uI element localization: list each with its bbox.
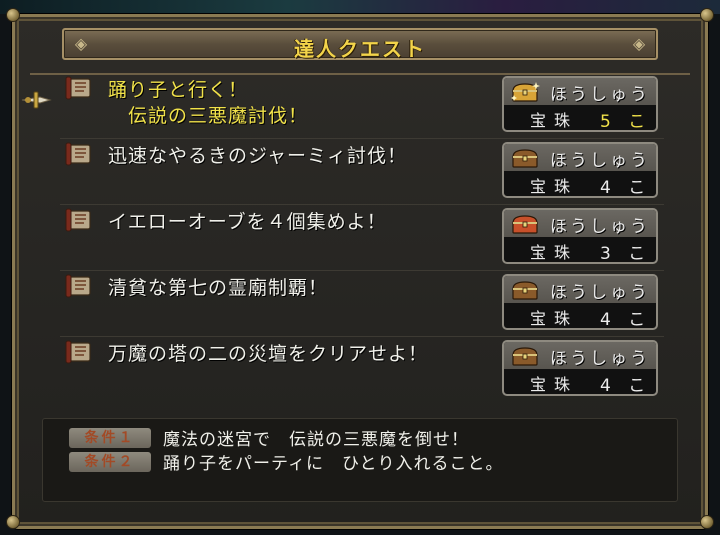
treasure-chest-icon [512, 215, 538, 234]
scroll-icon [65, 340, 91, 364]
reward-count: 5 こ [600, 112, 652, 132]
quest-row[interactable]: イエローオーブを４個集めよ！ ほうしゅう 宝珠 3 こ [60, 205, 664, 271]
title-ornament-icon: ◈ [632, 34, 646, 53]
reward-label: ほうしゅう [550, 85, 650, 105]
reward-box: ほうしゅう 宝珠 4 こ [502, 142, 658, 198]
window-title: 達人クエスト [294, 37, 426, 61]
treasure-chest-icon [512, 149, 538, 168]
reward-box: ほうしゅう 宝珠 4 こ [502, 340, 658, 396]
condition-badge: 条件１ [69, 428, 151, 448]
reward-count: 3 こ [600, 244, 652, 264]
reward-item: 宝珠 [530, 243, 579, 262]
scroll-icon [65, 142, 91, 166]
reward-header: ほうしゅう [504, 276, 656, 303]
quest-name: 万魔の塔の二の災壇をクリアせよ！ [108, 343, 429, 365]
reward-label: ほうしゅう [550, 349, 650, 369]
condition-badge: 条件２ [69, 452, 151, 472]
reward-label: ほうしゅう [550, 217, 650, 237]
quest-row[interactable]: 万魔の塔の二の災壇をクリアせよ！ ほうしゅう 宝珠 4 こ [60, 337, 664, 403]
title-bar: ◈ 達人クエスト ◈ [62, 28, 658, 61]
reward-count: 4 こ [600, 376, 652, 396]
quest-name: イエローオーブを４個集めよ！ [108, 211, 387, 233]
condition-text: 踊り子をパーティに ひとり入れること。 [163, 454, 504, 474]
quest-name: 清貧な第七の霊廟制覇！ [108, 277, 329, 299]
reward-box: ほうしゅう 宝珠 5 こ [502, 76, 658, 132]
frame-corner-ornament [6, 515, 20, 529]
reward-count: 4 こ [600, 178, 652, 198]
treasure-chest-icon [512, 281, 538, 300]
reward-item: 宝珠 [530, 177, 579, 196]
reward-item: 宝珠 [530, 309, 579, 328]
treasure-chest-icon [512, 347, 538, 366]
scroll-icon [65, 274, 91, 298]
reward-box: ほうしゅう 宝珠 4 こ [502, 274, 658, 330]
reward-item: 宝珠 [530, 111, 579, 130]
reward-header: ほうしゅう [504, 210, 656, 237]
top-strip [0, 0, 720, 14]
reward-header: ほうしゅう [504, 144, 656, 171]
reward-item: 宝珠 [530, 375, 579, 394]
scroll-icon [65, 208, 91, 232]
quest-name: 迅速なやるきのジャーミィ討伐！ [108, 145, 408, 167]
quest-row[interactable]: 踊り子と行く！ 伝説の三悪魔討伐！ ほうしゅう 宝珠 5 こ [60, 73, 664, 139]
reward-label: ほうしゅう [550, 283, 650, 303]
sword-cursor-icon [21, 91, 52, 109]
scroll-icon [65, 76, 91, 100]
reward-box: ほうしゅう 宝珠 3 こ [502, 208, 658, 264]
quest-row[interactable]: 清貧な第七の霊廟制覇！ ほうしゅう 宝珠 4 こ [60, 271, 664, 337]
quest-row[interactable]: 迅速なやるきのジャーミィ討伐！ ほうしゅう 宝珠 4 こ [60, 139, 664, 205]
reward-label: ほうしゅう [550, 151, 650, 171]
treasure-chest-icon [511, 82, 540, 102]
reward-header: ほうしゅう [504, 78, 656, 105]
conditions-panel: 条件１ 魔法の迷宮で 伝説の三悪魔を倒せ！ 条件２ 踊り子をパーティに ひとり入… [42, 418, 678, 502]
frame-corner-ornament [700, 8, 714, 22]
frame-corner-ornament [700, 515, 714, 529]
condition-text: 魔法の迷宮で 伝説の三悪魔を倒せ！ [163, 430, 469, 450]
frame-corner-ornament [6, 8, 20, 22]
reward-count: 4 こ [600, 310, 652, 330]
quest-name: 踊り子と行く！ 伝説の三悪魔討伐！ [108, 79, 309, 127]
reward-header: ほうしゅう [504, 342, 656, 369]
